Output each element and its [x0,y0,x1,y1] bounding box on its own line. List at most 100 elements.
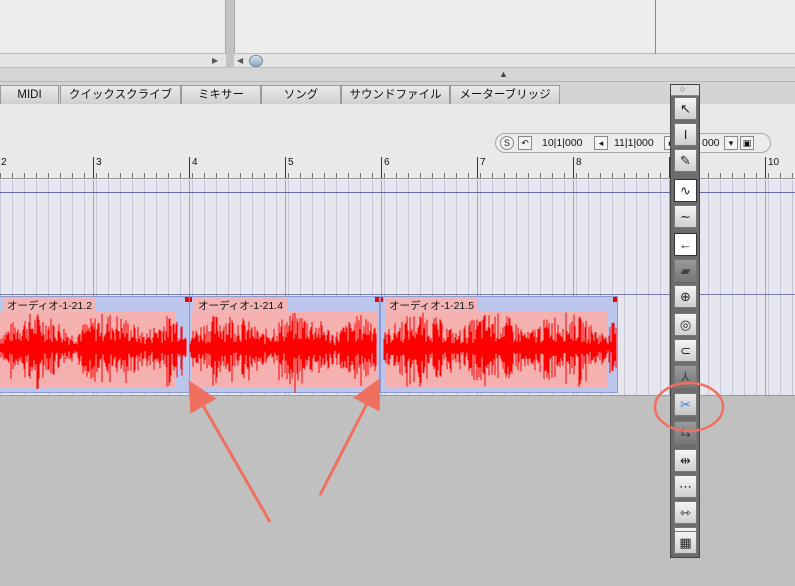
ruler-minor-tick [636,173,637,178]
ruler-minor-tick [108,173,109,178]
ruler-minor-tick [84,173,85,178]
ruler-minor-tick [120,173,121,178]
ruler-minor-tick [288,173,289,178]
left-arrow-icon[interactable]: ◂ [594,136,608,150]
ruler-minor-tick [276,173,277,178]
palette-grip[interactable]: ○ [671,84,699,96]
ruler-minor-tick [420,173,421,178]
waveform-layer [0,312,617,393]
ruler-minor-tick [708,173,709,178]
ruler-minor-tick [468,173,469,178]
s-button[interactable]: S [500,136,514,150]
ruler-minor-tick [96,173,97,178]
ruler-minor-tick [600,173,601,178]
grid-line [768,180,769,395]
ruler-minor-tick [372,173,373,178]
resize-tool[interactable]: ⇿ [674,501,697,524]
ruler-minor-tick [36,173,37,178]
length-time[interactable]: 000 [702,137,720,149]
ruler-minor-tick [480,173,481,178]
grid-line [636,180,637,395]
ruler-minor-tick [228,173,229,178]
zoom-tool[interactable]: ⊕ [674,285,697,308]
i-beam-tool[interactable]: I [674,123,697,146]
ruler-minor-tick [0,173,1,178]
grid-line [660,180,661,395]
undo-icon[interactable]: ↶ [518,136,532,150]
grid-line [744,180,745,395]
dropdown-icon[interactable]: ▾ [724,136,738,150]
grid-line [624,180,625,395]
tab-midi[interactable]: MIDI [0,85,59,104]
ruler-minor-tick [156,173,157,178]
splitter-knob-icon[interactable]: ▲ [499,69,508,79]
palette-close-icon[interactable]: ○ [680,84,685,94]
grid-line [780,180,781,395]
freehand-curve-tool[interactable]: ∿ [674,179,697,202]
ruler-minor-tick [324,173,325,178]
scroll-right-arrow-icon[interactable]: ▶ [212,54,218,68]
grid-line [648,180,649,395]
bar-tick [93,157,94,178]
arrow-left-tool[interactable]: ← [674,233,697,256]
loop-tool[interactable]: ⊂ [674,339,697,362]
ruler-minor-tick [180,173,181,178]
end-time[interactable]: 11|1|000 [614,137,654,149]
ruler-minor-tick [144,173,145,178]
stretch-tool[interactable]: ⇹ [674,449,697,472]
audition-tool[interactable]: ◎ [674,313,697,336]
tab-soundfile[interactable]: サウンドファイル [341,85,450,104]
bar-tick [765,157,766,178]
scissors-tool[interactable]: ✂ [674,393,697,416]
start-time[interactable]: 10|1|000 [542,137,583,149]
ruler-minor-tick [576,173,577,178]
horizontal-scroll-thumb[interactable] [249,55,263,67]
arrow-tool[interactable]: ↖ [674,97,697,120]
ruler-minor-tick [540,173,541,178]
tab-quickscribe[interactable]: クイックスクライブ [60,85,181,104]
ruler-minor-tick [252,173,253,178]
bar-tick [285,157,286,178]
ruler-minor-tick [408,173,409,178]
waveform-segment [0,313,187,389]
bar-tick [477,157,478,178]
split-tool[interactable]: ⅄ [674,365,697,388]
sine-curve-tool[interactable]: ∼ [674,205,697,228]
tab-song[interactable]: ソング [261,85,341,104]
ruler-minor-tick [300,173,301,178]
ruler-minor-tick [432,173,433,178]
ruler-minor-tick [312,173,313,178]
ruler-minor-tick [168,173,169,178]
ruler-minor-tick [744,173,745,178]
grid-line [708,180,709,395]
pencil-tool[interactable]: ✎ [674,149,697,172]
ruler-minor-tick [240,173,241,178]
ruler-minor-tick [456,173,457,178]
ruler-minor-tick [528,173,529,178]
scroll-left-arrow-icon[interactable]: ◀ [237,54,243,68]
bar-tick [189,157,190,178]
bar-number: 3 [96,157,102,168]
bar-number: 4 [192,157,198,168]
ruler-minor-tick [336,173,337,178]
tab-mixer[interactable]: ミキサー [181,85,261,104]
tool-palette: ○ ↖ I ✎ ∿ ∼ ← ▰ ⊕ ◎ ⊂ ⅄ ✂ ⇆ ⇹ ⋯ ⇿ ▭ [670,84,700,558]
ruler-minor-tick [204,173,205,178]
ruler-minor-tick [648,173,649,178]
checker-tool[interactable]: ▦ [674,531,697,554]
eraser-tool[interactable]: ▰ [674,259,697,282]
ruler-minor-tick [192,173,193,178]
dotted-box-tool[interactable]: ⋯ [674,475,697,498]
tab-meter-bridge[interactable]: メーターブリッジ [450,85,560,104]
pane-splitter[interactable]: ▲ [0,68,795,82]
ruler-minor-tick [564,173,565,178]
ruler-minor-tick [780,173,781,178]
slip-edit-tool[interactable]: ⇆ [674,421,697,444]
ruler-minor-tick [516,173,517,178]
record-mode-icon[interactable]: ▣ [740,136,754,150]
ruler-minor-tick [396,173,397,178]
ruler-minor-tick [360,173,361,178]
selection-transport-bar: S ↶ 10|1|000 ◂ 11|1|000 ▸ 000 ▾ ▣ [495,133,771,153]
audio-waveform [0,312,617,393]
ruler-minor-tick [768,173,769,178]
